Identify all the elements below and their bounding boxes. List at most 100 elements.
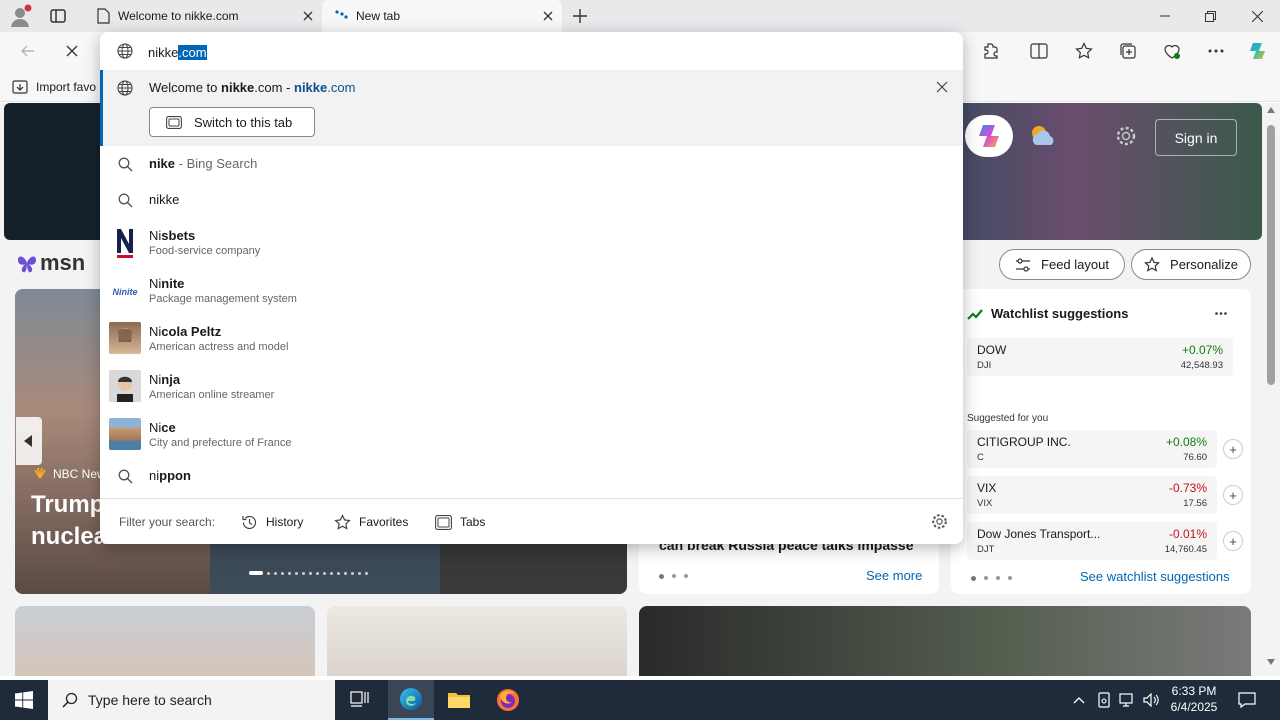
favorites-icon[interactable] [1068,36,1100,66]
stop-loading-icon[interactable] [56,36,88,66]
tab-actions-icon[interactable] [48,6,72,26]
switch-to-tab-button[interactable]: Switch to this tab [149,107,315,137]
browser-essentials-icon[interactable] [1156,36,1188,66]
clock[interactable]: 6:33 PM 6/4/2025 [1166,683,1222,715]
page-icon [96,8,118,24]
see-more-link[interactable]: See more [866,568,922,583]
suggestion-item[interactable]: Nicola Peltz American actress and model [100,318,963,362]
page-scrollbar[interactable] [1262,103,1280,676]
scroll-down-icon[interactable] [1267,659,1275,665]
close-window-icon[interactable] [1237,0,1277,32]
star-icon [334,513,351,531]
search-icon [109,148,141,180]
stock-price: 42,548.93 [1180,360,1223,371]
suggestion-item[interactable]: Nisbets Food-service company [100,222,963,266]
search-icon [109,460,141,492]
task-view-icon [350,691,369,707]
add-to-watchlist-icon[interactable]: + [1223,485,1243,505]
remove-suggestion-icon[interactable] [936,81,948,93]
suggestion-item[interactable]: Nice City and prefecture of France [100,414,963,458]
news-card[interactable] [327,606,627,676]
watchlist-more-icon[interactable] [1211,305,1231,321]
edge-taskbar-button[interactable] [388,680,434,720]
scroll-up-icon[interactable] [1267,107,1275,113]
tab-welcome-nikke[interactable]: Welcome to nikke.com [84,0,322,32]
split-screen-icon[interactable] [1023,36,1055,66]
page-settings-icon[interactable] [1115,125,1139,149]
filter-favorites-button[interactable]: Favorites [334,510,408,534]
task-view-button[interactable] [338,680,382,720]
file-explorer-button[interactable] [436,680,482,720]
add-to-watchlist-icon[interactable]: + [1223,531,1243,551]
watchlist-card: Watchlist suggestions DOW DJI +0.07% 42,… [951,289,1251,594]
collections-icon[interactable] [1112,36,1144,66]
edge-icon [400,688,422,710]
chevron-up-icon [1073,697,1085,704]
add-to-watchlist-icon[interactable]: + [1223,439,1243,459]
tab-new-tab[interactable]: New tab [322,0,562,32]
weather-icon[interactable] [1028,123,1058,151]
suggestion-item[interactable]: nippon [100,460,963,492]
suggested-row[interactable]: CITIGROUP INC. C +0.08% 76.60 + [967,430,1243,468]
suggestion-item[interactable]: Ninja American online streamer [100,366,963,410]
filter-history-label: History [266,515,304,529]
msn-logo[interactable]: msn [16,248,85,278]
stock-change: -0.73% [1168,481,1207,495]
suggested-row[interactable]: Dow Jones Transport... DJT -0.01% 14,760… [967,522,1243,560]
start-button[interactable] [0,680,48,720]
profile-button[interactable] [8,4,36,28]
hero-source: NBC New [33,467,106,481]
search-settings-icon[interactable] [931,513,948,530]
notifications-button[interactable] [1232,680,1262,720]
address-typed-text: nikke [148,44,179,60]
sign-in-button[interactable]: Sign in [1155,119,1237,156]
back-icon[interactable] [12,36,44,66]
feed-layout-button[interactable]: Feed layout [999,249,1125,280]
filter-row: Filter your search: History Favorites Ta… [100,498,963,544]
watchlist-pagination[interactable] [971,576,1012,581]
filter-favorites-label: Favorites [359,515,409,529]
hero-headline[interactable]: Trump nuclea [31,489,107,553]
stock-name: VIX [977,481,997,495]
prev-slide-button[interactable] [16,417,42,465]
slide-indicators[interactable] [249,571,368,575]
nbc-news-icon [33,468,47,480]
address-input[interactable]: nikke .com [148,43,207,61]
see-watchlist-link[interactable]: See watchlist suggestions [1080,569,1230,584]
suggestion-item[interactable]: nike - Bing Search [100,148,963,180]
tray-device-icon[interactable] [1093,680,1115,720]
copilot-icon[interactable] [1242,36,1274,66]
scrollbar-thumb[interactable] [1267,125,1275,385]
watchlist-row[interactable]: DOW DJI +0.07% 42,548.93 [967,338,1233,376]
news-card[interactable] [639,606,1251,676]
address-bar[interactable]: nikke .com [100,32,963,70]
address-bar-dropdown: nikke .com Welcome to nikke.com - nikke.c… [100,32,963,544]
import-favorites-button[interactable]: Import favo [12,77,96,97]
settings-more-icon[interactable] [1200,36,1232,66]
close-tab-icon[interactable] [294,2,322,30]
restore-icon[interactable] [1190,0,1230,32]
personalize-button[interactable]: Personalize [1131,249,1251,280]
filter-history-button[interactable]: History [241,510,303,534]
personalize-label: Personalize [1170,257,1238,272]
network-icon[interactable] [1116,680,1138,720]
stock-name: Dow Jones Transport... [977,527,1101,541]
new-tab-icon[interactable] [568,4,592,28]
open-tab-suggestion[interactable]: Welcome to nikke.com - nikke.com Switch … [100,70,963,146]
close-tab-icon[interactable] [534,2,562,30]
filter-tabs-button[interactable]: Tabs [435,510,485,534]
minimize-icon[interactable] [1145,0,1185,32]
news-card[interactable] [15,606,315,676]
show-hidden-icons[interactable] [1068,680,1090,720]
taskbar-search-box[interactable]: Type here to search [48,680,335,720]
extensions-icon[interactable] [975,36,1007,66]
volume-icon[interactable] [1140,680,1162,720]
suggested-row[interactable]: VIX VIX -0.73% 17.56 + [967,476,1243,514]
copilot-icon[interactable] [965,115,1013,157]
suggestion-item[interactable]: Ninite Ninite Package management system [100,270,963,314]
firefox-button[interactable] [485,680,531,720]
suggestion-item[interactable]: nikke [100,184,963,216]
msn-wordmark: msn [40,250,86,275]
tabs-icon [435,514,452,530]
news-pagination[interactable] [659,574,688,579]
